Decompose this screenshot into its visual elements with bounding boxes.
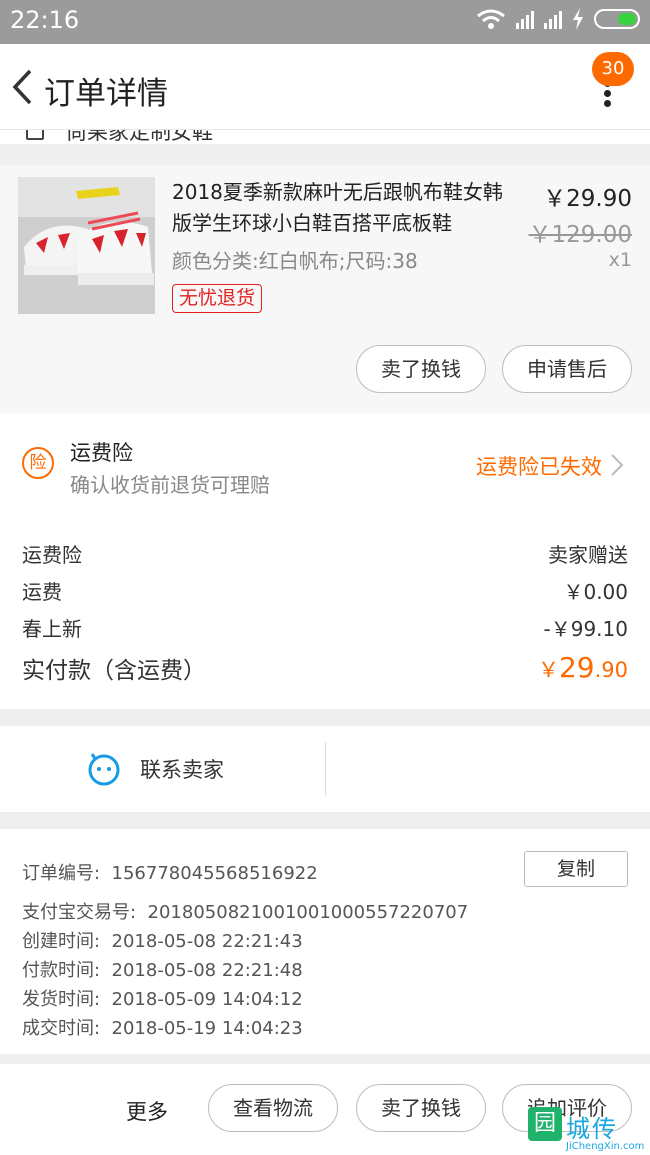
chat-bubble-icon[interactable] xyxy=(86,750,122,786)
divider xyxy=(325,742,326,796)
copy-button[interactable]: 复制 xyxy=(524,851,628,887)
fee-label: 春上新 xyxy=(22,617,82,641)
contact-section: 联系卖家 xyxy=(0,726,650,812)
watermark-logo: 园 xyxy=(528,1107,562,1141)
original-price: ￥129.00 xyxy=(528,222,632,248)
created-time-row: 创建时间: 2018-05-08 22:21:43 xyxy=(22,927,303,953)
fee-row-discount: 春上新 -￥99.10 xyxy=(22,613,628,642)
nav-header: 订单详情 30 xyxy=(0,44,650,130)
total-amount: ￥29.90 xyxy=(538,651,628,685)
shop-row[interactable]: 尚果家定制女鞋 xyxy=(0,130,650,144)
product-title[interactable]: 2018夏季新款麻叶无后跟帆布鞋女韩版学生环球小白鞋百搭平底板鞋 xyxy=(172,177,512,239)
status-icons xyxy=(476,8,640,30)
product-price: ￥29.90 xyxy=(543,186,632,212)
insurance-subtitle: 确认收货前退货可理赔 xyxy=(70,473,270,497)
info-label: 创建时间: xyxy=(22,931,101,952)
product-card[interactable]: 2018夏季新款麻叶无后跟帆布鞋女韩版学生环球小白鞋百搭平底板鞋 颜色分类:红白… xyxy=(0,165,650,413)
total-row: 实付款（含运费） ￥29.90 xyxy=(22,651,628,685)
info-value: 2018-05-08 22:21:48 xyxy=(111,960,303,981)
insurance-status[interactable]: 运费险已失效 xyxy=(476,451,602,481)
order-number-row: 订单编号: 156778045568516922 xyxy=(22,859,318,885)
paid-time-row: 付款时间: 2018-05-08 22:21:48 xyxy=(22,956,303,982)
info-label: 付款时间: xyxy=(22,960,101,981)
watermark-name: 城传 xyxy=(566,1115,618,1143)
fee-label: 运费险 xyxy=(22,543,82,567)
shop-name: 尚果家定制女鞋 xyxy=(66,130,213,144)
page-title: 订单详情 xyxy=(44,76,168,112)
completed-time-row: 成交时间: 2018-05-19 14:04:23 xyxy=(22,1014,303,1040)
chevron-right-icon[interactable] xyxy=(610,453,624,477)
bottom-action-bar: 更多 查看物流 卖了换钱 追加评价 园 城传 JiChengXin.com xyxy=(0,1064,650,1155)
after-sale-button[interactable]: 申请售后 xyxy=(502,345,632,393)
fee-label: 运费 xyxy=(22,580,62,604)
product-image[interactable] xyxy=(18,177,155,314)
shipping-insurance-section: 险 运费险 确认收货前退货可理赔 运费险已失效 运费险 卖家赠送 运费 ￥0.0… xyxy=(0,413,650,709)
signal-icon xyxy=(516,9,534,29)
wifi-icon xyxy=(477,9,505,29)
total-integer: 29 xyxy=(558,651,595,684)
total-currency: ￥ xyxy=(537,658,559,682)
more-button[interactable]: 更多 xyxy=(126,1096,168,1126)
fee-row-insurance: 运费险 卖家赠送 xyxy=(22,539,628,568)
view-logistics-button[interactable]: 查看物流 xyxy=(208,1084,338,1132)
info-value: 2018050821001001000557220707 xyxy=(147,902,469,923)
fee-row-shipping: 运费 ￥0.00 xyxy=(22,576,628,605)
insurance-title: 运费险 xyxy=(70,441,133,465)
info-value: 2018-05-19 14:04:23 xyxy=(111,1018,303,1039)
notification-badge: 30 xyxy=(592,52,634,86)
charging-icon xyxy=(573,8,583,30)
insurance-icon: 险 xyxy=(22,447,54,479)
more-options-icon[interactable] xyxy=(604,80,612,124)
info-value: 2018-05-08 22:21:43 xyxy=(111,931,303,952)
sell-for-cash-button[interactable]: 卖了换钱 xyxy=(356,345,486,393)
info-label: 发货时间: xyxy=(22,989,101,1010)
info-label: 支付宝交易号: xyxy=(22,902,137,923)
watermark: 园 城传 JiChengXin.com xyxy=(528,1107,646,1153)
info-label: 成交时间: xyxy=(22,1018,101,1039)
back-arrow-icon[interactable] xyxy=(10,68,34,106)
alipay-number-row: 支付宝交易号: 2018050821001001000557220707 xyxy=(22,898,468,924)
status-time: 22:16 xyxy=(10,6,80,34)
order-info-section: 订单编号: 156778045568516922 复制 支付宝交易号: 2018… xyxy=(0,829,650,1054)
watermark-url: JiChengXin.com xyxy=(566,1141,645,1152)
shipped-time-row: 发货时间: 2018-05-09 14:04:12 xyxy=(22,985,303,1011)
contact-seller-button[interactable]: 联系卖家 xyxy=(140,754,224,784)
info-value: 2018-05-09 14:04:12 xyxy=(111,989,303,1010)
battery-icon xyxy=(594,9,640,29)
total-label: 实付款（含运费） xyxy=(22,658,206,684)
fee-value: ￥0.00 xyxy=(563,580,628,604)
fee-value: -￥99.10 xyxy=(543,617,628,641)
info-value: 156778045568516922 xyxy=(111,863,318,884)
signal-icon-2 xyxy=(544,9,562,29)
product-quantity: x1 xyxy=(608,249,632,271)
total-decimal: .90 xyxy=(594,658,628,682)
sell-for-cash-button-bottom[interactable]: 卖了换钱 xyxy=(356,1084,486,1132)
product-spec: 颜色分类:红白帆布;尺码:38 xyxy=(172,249,418,273)
status-bar: 22:16 xyxy=(0,0,650,44)
fee-value: 卖家赠送 xyxy=(548,543,628,567)
refund-tag: 无忧退货 xyxy=(172,284,263,313)
shop-icon xyxy=(26,130,44,140)
info-label: 订单编号: xyxy=(22,863,101,884)
